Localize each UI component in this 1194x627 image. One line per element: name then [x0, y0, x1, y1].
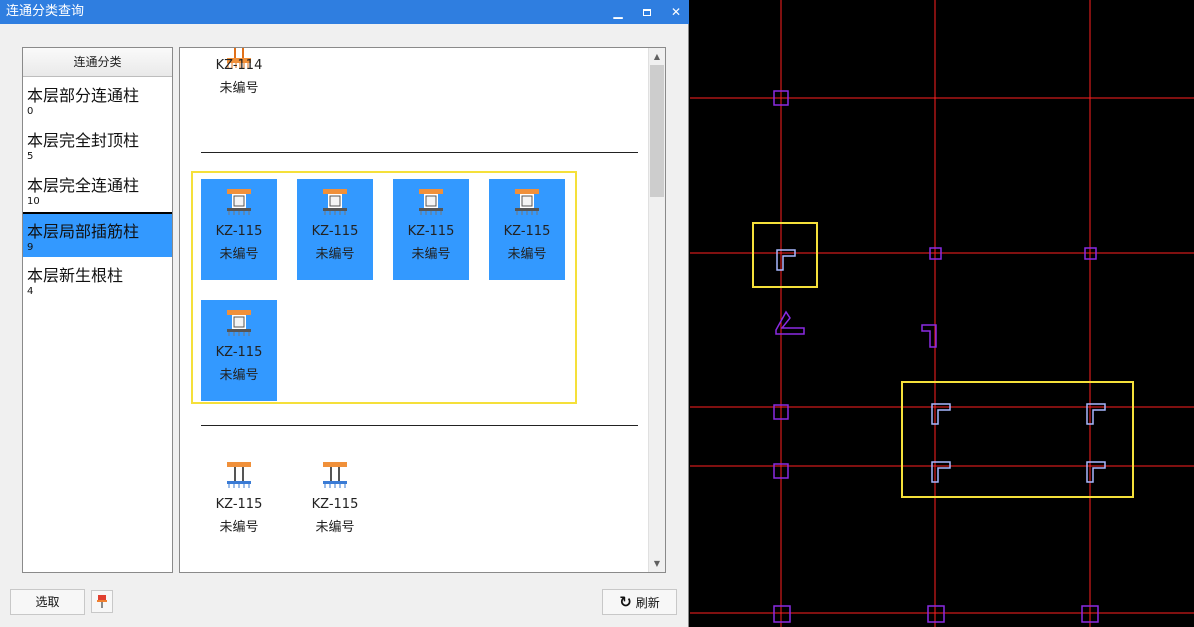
category-name: 本层完全封顶柱: [27, 131, 140, 150]
pin-button[interactable]: [91, 590, 113, 613]
column-icon: [323, 462, 347, 488]
column-number: 未编号: [219, 368, 259, 383]
category-item-fully-connected[interactable]: 本层完全连通柱 10: [23, 168, 172, 213]
column-code: KZ-115: [503, 224, 551, 239]
column-tile[interactable]: KZ-115 未编号: [393, 179, 469, 280]
column-icon: [419, 189, 443, 215]
column-icon: [515, 189, 539, 215]
category-name: 本层部分连通柱: [27, 86, 140, 105]
column-code: KZ-115: [311, 224, 359, 239]
column-code: KZ-115: [215, 345, 263, 360]
category-item-local-dowel[interactable]: 本层局部插筋柱 9: [23, 212, 172, 257]
category-count: 0: [27, 106, 34, 117]
column-number: 未编号: [219, 81, 259, 96]
column-preview-panel: KZ-114 未编号 KZ-115 未编号 KZ-115 未编号 KZ-115 …: [179, 47, 666, 573]
column-code: KZ-115: [215, 224, 263, 239]
scroll-down-arrow-icon[interactable]: ▼: [649, 555, 665, 572]
refresh-icon: ↻: [619, 593, 632, 611]
column-number: 未编号: [219, 247, 259, 262]
maximize-icon: [643, 9, 651, 16]
column-number: 未编号: [219, 520, 259, 535]
column-icon: [227, 310, 251, 336]
column-tile[interactable]: KZ-115 未编号: [201, 300, 277, 401]
column-number: 未编号: [507, 247, 547, 262]
column-icon: [227, 462, 251, 488]
column-code: KZ-115: [407, 224, 455, 239]
maximize-button[interactable]: [632, 0, 662, 24]
category-item-fully-capped[interactable]: 本层完全封顶柱 5: [23, 123, 172, 168]
refresh-button[interactable]: ↻ 刷新: [602, 589, 677, 615]
pin-icon: [97, 595, 107, 608]
column-icon: [323, 189, 347, 215]
category-count: 5: [27, 151, 34, 162]
category-name: 本层完全连通柱: [27, 176, 140, 195]
select-button[interactable]: 选取: [10, 589, 85, 615]
column-tile[interactable]: KZ-115 未编号: [201, 452, 277, 553]
column-tile[interactable]: KZ-115 未编号: [297, 179, 373, 280]
scroll-thumb[interactable]: [650, 65, 664, 197]
category-count: 9: [27, 242, 34, 253]
window-title: 连通分类查询: [6, 4, 85, 19]
column-tile[interactable]: KZ-114 未编号: [201, 48, 277, 135]
column-tile[interactable]: KZ-115 未编号: [201, 179, 277, 280]
category-item-partial-connected[interactable]: 本层部分连通柱 0: [23, 78, 172, 123]
vertical-scrollbar[interactable]: ▲ ▼: [648, 48, 665, 572]
category-count: 4: [27, 286, 34, 297]
minimize-button[interactable]: ▁: [603, 0, 633, 24]
category-list: 连通分类 本层部分连通柱 0 本层完全封顶柱 5 本层完全连通柱 10 本层局部…: [22, 47, 173, 573]
group-separator: [201, 152, 638, 153]
column-number: 未编号: [315, 520, 355, 535]
category-item-new-root[interactable]: 本层新生根柱 4: [23, 258, 172, 303]
refresh-label: 刷新: [635, 596, 660, 610]
category-count: 10: [27, 196, 40, 207]
column-number: 未编号: [411, 247, 451, 262]
close-button[interactable]: ✕: [661, 0, 691, 24]
column-code: KZ-114: [215, 58, 263, 73]
scroll-up-arrow-icon[interactable]: ▲: [649, 48, 665, 65]
title-bar[interactable]: 连通分类查询 ▁ ✕: [0, 0, 689, 24]
group-separator: [201, 425, 638, 426]
column-icon: [227, 189, 251, 215]
cad-drawing-canvas[interactable]: [690, 0, 1194, 627]
column-code: KZ-115: [215, 497, 263, 512]
column-tile[interactable]: KZ-115 未编号: [297, 452, 373, 553]
column-number: 未编号: [315, 247, 355, 262]
category-name: 本层局部插筋柱: [27, 222, 140, 241]
column-code: KZ-115: [311, 497, 359, 512]
connectivity-query-dialog: 连通分类查询 ▁ ✕ 连通分类 本层部分连通柱 0 本层完全封顶柱 5 本层完全…: [0, 0, 689, 627]
column-tile[interactable]: KZ-115 未编号: [489, 179, 565, 280]
category-name: 本层新生根柱: [27, 266, 124, 285]
category-list-header: 连通分类: [23, 48, 172, 77]
